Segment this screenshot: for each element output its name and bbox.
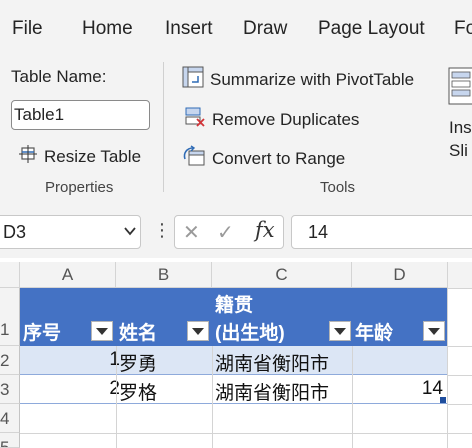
resize-table-button[interactable]: Resize Table <box>18 144 141 169</box>
ribbon-divider <box>163 62 164 192</box>
header-cell-c-line1[interactable]: 籍贯 <box>215 290 253 317</box>
menu-page-layout[interactable]: Page Layout <box>318 18 425 40</box>
column-header-c[interactable]: C <box>212 262 352 288</box>
grid-line <box>447 288 448 448</box>
menu-insert[interactable]: Insert <box>165 18 213 40</box>
table-header-row: 序号 姓名 籍贯 (出生地) 年龄 <box>20 288 447 346</box>
row-header-5[interactable]: 5 <box>0 433 20 448</box>
summarize-pivot-label: Summarize with PivotTable <box>210 69 415 89</box>
filter-button-d[interactable] <box>423 321 445 341</box>
filter-arrow-icon <box>428 327 440 335</box>
column-header-e-partial[interactable] <box>448 262 472 289</box>
grid-line <box>20 433 472 434</box>
cell-c2[interactable]: 湖南省衡阳市 <box>215 349 329 376</box>
table-name-input[interactable]: Table1 <box>11 100 150 130</box>
cell-b3[interactable]: 罗格 <box>119 378 157 405</box>
name-box-value: D3 <box>3 222 27 242</box>
chevron-down-icon[interactable] <box>123 224 137 241</box>
insert-slicer-label-2[interactable]: Sli <box>449 141 468 161</box>
row-header-4[interactable]: 4 <box>0 404 20 433</box>
summarize-pivot-button[interactable]: Summarize with PivotTable <box>182 66 414 93</box>
cell-c3[interactable]: 湖南省衡阳市 <box>215 378 329 405</box>
name-box[interactable]: D3 <box>0 215 141 249</box>
menu-draw[interactable]: Draw <box>243 18 287 40</box>
filter-arrow-icon <box>334 327 346 335</box>
cancel-icon[interactable]: ✕ <box>183 220 200 245</box>
formula-value: 14 <box>308 222 329 242</box>
menu-bar: File Home Insert Draw Page Layout Fo <box>0 0 472 58</box>
header-cell-a[interactable]: 序号 <box>23 318 61 345</box>
filter-arrow-icon <box>96 327 108 335</box>
formula-controls: ✕ ✓ fx <box>174 215 284 249</box>
formula-input[interactable]: 14 <box>291 215 472 249</box>
tools-group-label: Tools <box>320 179 356 196</box>
remove-duplicates-icon <box>184 106 206 133</box>
column-header-a[interactable]: A <box>20 262 116 288</box>
remove-duplicates-label: Remove Duplicates <box>212 109 360 129</box>
column-header-d[interactable]: D <box>352 262 448 288</box>
properties-group-label: Properties <box>45 179 114 196</box>
menu-formulas-partial[interactable]: Fo <box>454 18 472 40</box>
table-resize-handle[interactable] <box>440 397 446 403</box>
menu-home[interactable]: Home <box>82 18 133 40</box>
header-cell-b[interactable]: 姓名 <box>119 318 157 345</box>
grid-line <box>448 375 472 376</box>
table-row: 2 罗格 湖南省衡阳市 14 <box>20 375 447 404</box>
header-cell-c-line2[interactable]: (出生地) <box>215 318 285 345</box>
remove-duplicates-button[interactable]: Remove Duplicates <box>184 106 359 133</box>
resize-table-label: Resize Table <box>44 146 142 166</box>
insert-function-icon[interactable]: fx <box>255 218 275 242</box>
convert-to-range-icon <box>182 145 206 172</box>
header-cell-d[interactable]: 年龄 <box>355 318 393 345</box>
row-header-2[interactable]: 2 <box>0 346 20 375</box>
more-options-icon[interactable]: ⋮ <box>153 220 171 241</box>
insert-slicer-icon[interactable] <box>448 66 472 106</box>
insert-slicer-label-1[interactable]: Ins <box>449 118 472 138</box>
resize-table-icon <box>18 144 38 169</box>
convert-to-range-label: Convert to Range <box>212 148 346 168</box>
enter-icon[interactable]: ✓ <box>217 220 234 245</box>
row-header-1[interactable]: 1 <box>0 288 20 346</box>
convert-to-range-button[interactable]: Convert to Range <box>182 145 345 172</box>
filter-button-c[interactable] <box>329 321 351 341</box>
filter-button-a[interactable] <box>91 321 113 341</box>
grid-line <box>448 404 472 405</box>
menu-file[interactable]: File <box>12 18 43 40</box>
filter-button-b[interactable] <box>187 321 209 341</box>
table-name-label: Table Name: <box>11 67 107 86</box>
filter-arrow-icon <box>192 327 204 335</box>
row-header-3[interactable]: 3 <box>0 375 20 404</box>
column-header-b[interactable]: B <box>116 262 212 288</box>
pivot-table-icon <box>182 66 204 93</box>
table-row: 1 罗勇 湖南省衡阳市 <box>20 346 447 375</box>
select-all-corner[interactable] <box>0 262 20 288</box>
cell-b2[interactable]: 罗勇 <box>119 349 157 376</box>
grid-line <box>448 346 472 347</box>
